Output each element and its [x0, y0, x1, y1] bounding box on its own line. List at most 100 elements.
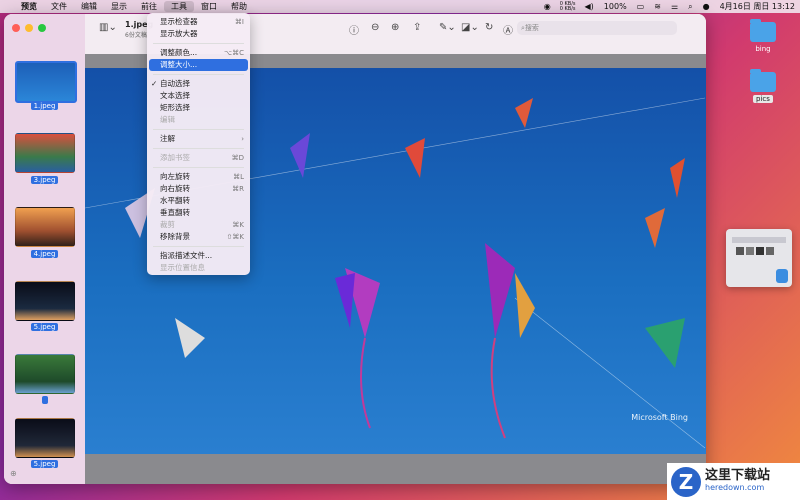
- desktop-folder-bing[interactable]: bing: [746, 19, 780, 53]
- menu-separator: [153, 129, 244, 130]
- menu-item-rect-select[interactable]: 矩形选择: [147, 102, 250, 114]
- siri-icon[interactable]: ●: [698, 2, 715, 11]
- menu-item-rotate-right[interactable]: 向右旋转 ⌘R: [147, 183, 250, 195]
- thumbnail-3[interactable]: [15, 133, 75, 173]
- menu-item-adjust-size[interactable]: 调整大小...: [149, 59, 248, 71]
- menu-separator: [153, 74, 244, 75]
- menu-item-label: 裁剪: [160, 220, 175, 229]
- menu-item-label: 显示检查器: [160, 17, 198, 26]
- zoom-button[interactable]: [38, 24, 46, 32]
- site-logo-url: heredown.com: [705, 482, 765, 492]
- menu-item-flip-vertical[interactable]: 垂直翻转: [147, 207, 250, 219]
- thumbnail-6[interactable]: [15, 354, 75, 394]
- zoom-in-icon[interactable]: ⊕: [391, 22, 399, 33]
- menu-item-label: 编辑: [160, 115, 175, 124]
- menu-item-shortcut: ⌘D: [231, 154, 244, 162]
- menu-item-label: 垂直翻转: [160, 208, 190, 217]
- spotlight-search-icon[interactable]: ⌕: [683, 2, 697, 12]
- menu-item-adjust-color[interactable]: 调整颜色... ⌥⌘C: [147, 47, 250, 59]
- menu-item-auto-select[interactable]: ✓ 自动选择: [147, 78, 250, 90]
- menu-item-remove-background[interactable]: 移除背景 ⇧⌘K: [147, 231, 250, 243]
- menu-item-label: 向左旋转: [160, 172, 190, 181]
- menu-tools[interactable]: 工具: [164, 1, 194, 12]
- sidebar-toggle-icon[interactable]: ▥⌄: [99, 22, 117, 33]
- volume-icon[interactable]: ◀): [580, 2, 599, 11]
- minimize-button[interactable]: [25, 24, 33, 32]
- menu-item-annotate[interactable]: 注解 ›: [147, 133, 250, 145]
- close-button[interactable]: [12, 24, 20, 32]
- menu-item-edit: 编辑: [147, 114, 250, 126]
- menu-separator: [153, 43, 244, 44]
- menu-item-label: 注解: [160, 134, 175, 143]
- site-logo-icon: Z: [671, 466, 701, 497]
- menu-item-text-select[interactable]: 文本选择: [147, 90, 250, 102]
- site-watermark-logo: Z 这里下载站 heredown.com: [667, 463, 800, 500]
- add-icon[interactable]: ⊕: [10, 469, 17, 478]
- compass-icon[interactable]: ◉: [539, 2, 556, 11]
- tools-menu: 显示检查器 ⌘I 显示放大器 调整颜色... ⌥⌘C 调整大小... ✓ 自动选择 文…: [147, 13, 250, 275]
- thumbnail-1[interactable]: [15, 61, 77, 103]
- document-subtitle: 6份文稿: [125, 32, 147, 39]
- thumbnail-label: 5.jpeg: [30, 323, 59, 331]
- battery-percent[interactable]: 100%: [599, 2, 632, 11]
- folder-icon: [750, 69, 776, 92]
- desktop-folder-label: bing: [755, 45, 771, 53]
- thumbnail-7[interactable]: [15, 418, 75, 458]
- menu-item-shortcut: ⌘L: [233, 173, 244, 181]
- menu-item-crop: 裁剪 ⌘K: [147, 219, 250, 231]
- menu-item-label: 显示放大器: [160, 29, 198, 38]
- checkmark-icon: ✓: [151, 79, 158, 88]
- menu-item-assign-profile[interactable]: 指派描述文件...: [147, 250, 250, 262]
- search-placeholder: 搜索: [524, 24, 539, 32]
- info-icon[interactable]: ⓘ: [349, 22, 359, 37]
- thumbnail-label: 3.jpeg: [30, 176, 59, 184]
- menu-view[interactable]: 显示: [104, 1, 134, 12]
- menu-bar: 预览 文件 编辑 显示 前往 工具 窗口 帮助 ◉ 0 KB/s 0 KB/s …: [0, 0, 800, 13]
- menu-item-label: 添加书签: [160, 153, 190, 162]
- thumbnail-label: 1.jpeg: [30, 102, 59, 110]
- menu-go[interactable]: 前往: [134, 1, 164, 12]
- menu-window[interactable]: 窗口: [194, 1, 224, 12]
- clock[interactable]: 4月16日 周日 13:12: [715, 1, 800, 12]
- menu-help[interactable]: 帮助: [224, 1, 254, 12]
- menu-item-label: 自动选择: [160, 79, 190, 88]
- network-speed[interactable]: 0 KB/s 0 KB/s: [556, 1, 580, 12]
- markup-pencil-icon[interactable]: ✎⌄: [439, 22, 456, 33]
- menu-item-flip-horizontal[interactable]: 水平翻转: [147, 195, 250, 207]
- annotate-icon[interactable]: Ⓐ: [503, 22, 513, 37]
- desktop-folder-pics[interactable]: pics: [746, 69, 780, 103]
- menu-item-label: 水平翻转: [160, 196, 190, 205]
- menu-item-show-location: 显示位置信息: [147, 262, 250, 274]
- menu-edit[interactable]: 编辑: [74, 1, 104, 12]
- search-field[interactable]: ⌕ 搜索: [517, 21, 677, 35]
- menu-item-show-magnifier[interactable]: 显示放大器: [147, 28, 250, 40]
- screenshot-preview-card[interactable]: [726, 229, 792, 287]
- menu-item-label: 向右旋转: [160, 184, 190, 193]
- window-controls: [12, 24, 46, 32]
- battery-icon[interactable]: ▭: [632, 2, 650, 11]
- thumbnail-4[interactable]: [15, 207, 75, 247]
- thumbnail-label: 5.jpeg: [30, 460, 59, 468]
- thumbnail-label: 4.jpeg: [30, 250, 59, 258]
- menu-item-show-inspector[interactable]: 显示检查器 ⌘I: [147, 16, 250, 28]
- preview-thumbnail-icon: [732, 237, 788, 283]
- status-area: ◉ 0 KB/s 0 KB/s ◀) 100% ▭ ≋ ⚌ ⌕ ● 4月16日 …: [539, 1, 800, 12]
- menu-app-preview[interactable]: 预览: [14, 1, 44, 12]
- menu-separator: [153, 246, 244, 247]
- thumbnail-5[interactable]: [15, 281, 75, 321]
- thumbnail-label: [41, 396, 48, 404]
- menu-separator: [153, 148, 244, 149]
- menu-file[interactable]: 文件: [44, 1, 74, 12]
- zoom-out-icon[interactable]: ⊖: [371, 22, 379, 33]
- highlight-icon[interactable]: ◪⌄: [461, 22, 479, 33]
- control-center-icon[interactable]: ⚌: [666, 2, 683, 11]
- wifi-icon[interactable]: ≋: [649, 2, 666, 11]
- menu-item-shortcut: ⌘I: [234, 18, 244, 26]
- menu-item-shortcut: ⌘K: [232, 221, 244, 229]
- rotate-icon[interactable]: ↻: [485, 22, 493, 33]
- menu-item-shortcut: ⇧⌘K: [226, 233, 244, 241]
- menu-item-label: 移除背景: [160, 232, 190, 241]
- menu-item-rotate-left[interactable]: 向左旋转 ⌘L: [147, 171, 250, 183]
- share-icon[interactable]: ⇪: [413, 22, 421, 33]
- menu-item-label: 显示位置信息: [160, 263, 205, 272]
